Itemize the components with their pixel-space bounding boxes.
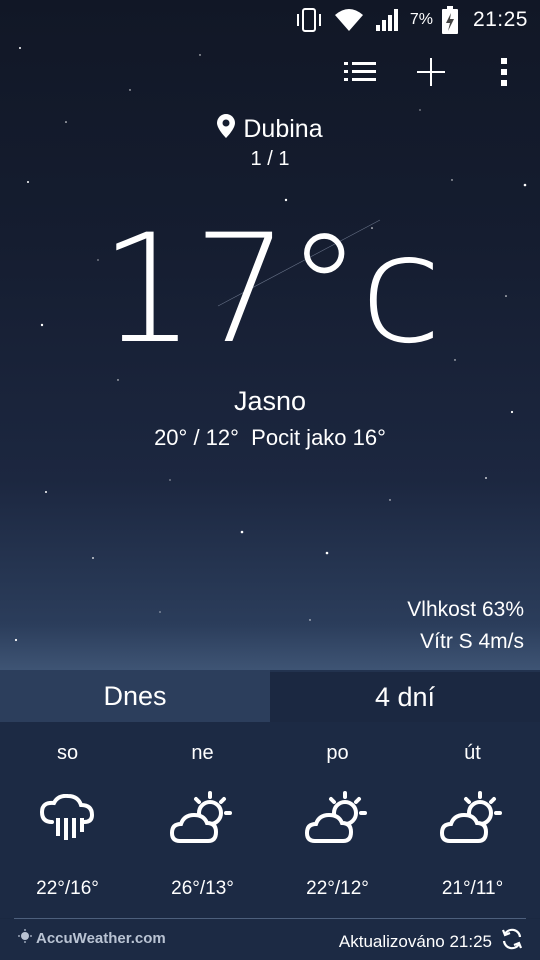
day-temps: 22°/16° bbox=[36, 878, 99, 899]
forecast-day[interactable]: út 21°/11° bbox=[405, 722, 540, 918]
forecast-panel: so 22°/16° ne 26°/13° po 22°/12° út 21°/… bbox=[0, 722, 540, 918]
accuweather-link[interactable]: AccuWeather.com bbox=[18, 929, 166, 947]
accuweather-sun-icon bbox=[18, 929, 32, 947]
wifi-icon bbox=[332, 7, 366, 33]
wind: Vítr S 4m/s bbox=[420, 630, 524, 653]
day-temps: 26°/13° bbox=[171, 878, 234, 899]
tab-today[interactable]: Dnes bbox=[0, 670, 270, 722]
day-temps: 22°/12° bbox=[306, 878, 369, 899]
footer: AccuWeather.com Aktualizováno 21:25 bbox=[0, 919, 540, 960]
day-name: ne bbox=[191, 742, 214, 764]
day-temps: 21°/11° bbox=[441, 878, 504, 899]
add-icon bbox=[415, 56, 447, 93]
list-icon bbox=[344, 60, 376, 89]
forecast-day[interactable]: po 22°/12° bbox=[270, 722, 405, 918]
status-bar: 7% 21:25 bbox=[0, 0, 540, 40]
tab-4-days[interactable]: 4 dní bbox=[270, 670, 540, 722]
minmax-feels-like: 20° / 12° Pocit jako 16° bbox=[154, 425, 386, 450]
vibrate-icon bbox=[294, 6, 324, 34]
day-name: so bbox=[56, 742, 79, 764]
status-time: 21:25 bbox=[472, 8, 528, 31]
current-temperature: 17°c bbox=[99, 203, 442, 377]
brand-label: AccuWeather.com bbox=[36, 929, 166, 947]
more-vert-icon bbox=[500, 56, 508, 93]
forecast-tabs: Dnes 4 dní bbox=[0, 670, 540, 722]
current-condition: Jasno bbox=[233, 386, 307, 416]
location-pin-icon bbox=[217, 114, 236, 145]
location-header[interactable]: Dubina bbox=[0, 114, 540, 145]
weather-details: Vlhkost 63% Vítr S 4m/s bbox=[407, 594, 524, 658]
day-name: po bbox=[326, 742, 349, 764]
partly-cloudy-icon bbox=[438, 784, 508, 854]
list-button[interactable] bbox=[338, 52, 382, 96]
location-name: Dubina bbox=[243, 115, 323, 143]
partly-cloudy-icon bbox=[303, 784, 373, 854]
more-options-button[interactable] bbox=[482, 52, 526, 96]
partly-cloudy-icon bbox=[168, 784, 238, 854]
signal-icon bbox=[374, 7, 402, 33]
forecast-day[interactable]: ne 26°/13° bbox=[135, 722, 270, 918]
battery-percent: 7% bbox=[409, 11, 433, 28]
refresh-icon bbox=[500, 927, 524, 956]
page-indicator: 1 / 1 bbox=[250, 148, 290, 170]
add-location-button[interactable] bbox=[409, 52, 453, 96]
refresh-button[interactable]: Aktualizováno 21:25 bbox=[339, 927, 524, 956]
humidity: Vlhkost 63% bbox=[407, 598, 524, 621]
battery-charging-icon bbox=[441, 5, 459, 35]
toolbar bbox=[0, 52, 540, 96]
forecast-day[interactable]: so 22°/16° bbox=[0, 722, 135, 918]
day-name: út bbox=[464, 742, 481, 764]
rain-cloud-icon bbox=[33, 784, 103, 854]
updated-label: Aktualizováno 21:25 bbox=[338, 931, 492, 951]
